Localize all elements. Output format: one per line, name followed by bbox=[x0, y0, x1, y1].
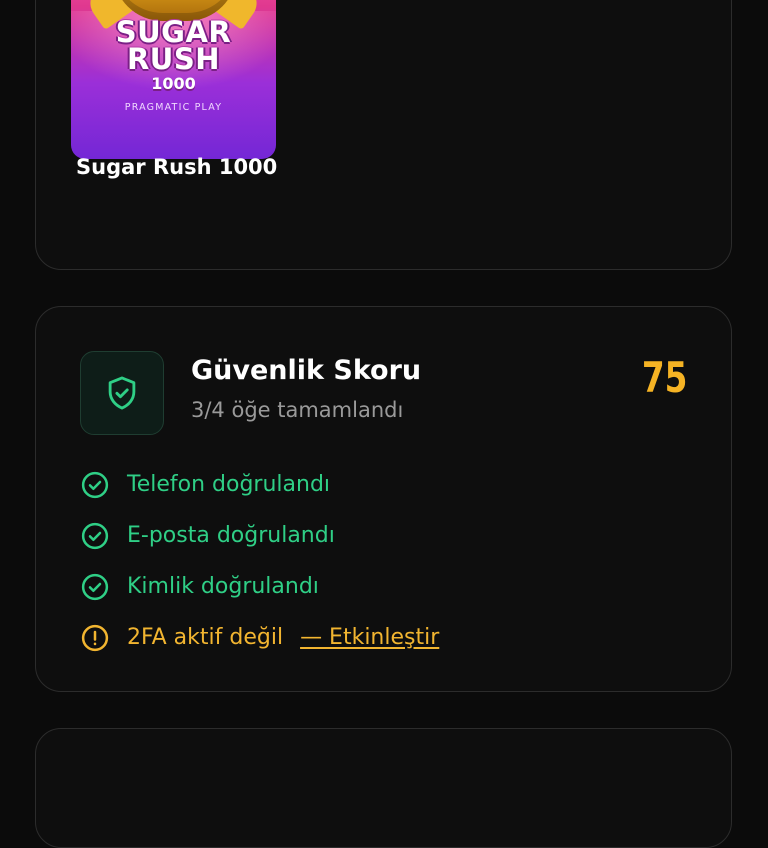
game-thumbnail[interactable]: SUGAR RUSH 1000 PRAGMATIC PLAY bbox=[71, 0, 276, 159]
security-score-value: 75 bbox=[641, 353, 687, 402]
check-item-phone: Telefon doğrulandı bbox=[80, 459, 439, 510]
game-card: SUGAR RUSH 1000 PRAGMATIC PLAY Sugar Rus… bbox=[35, 0, 732, 270]
thumbnail-title-number: 1000 bbox=[151, 74, 196, 93]
shield-check-icon bbox=[80, 351, 164, 435]
alert-circle-icon bbox=[81, 624, 109, 651]
check-item-label: Telefon doğrulandı bbox=[127, 472, 331, 497]
check-circle-icon bbox=[81, 471, 109, 498]
security-checklist: Telefon doğrulandı E-posta doğrulandı Ki… bbox=[80, 459, 439, 663]
security-score-card: Güvenlik Skoru 3/4 öğe tamamlandı 75 Tel… bbox=[35, 306, 732, 692]
check-item-label: Kimlik doğrulandı bbox=[127, 574, 319, 599]
check-circle-icon bbox=[81, 522, 109, 549]
check-item-2fa: 2FA aktif değil — Etkinleştir bbox=[80, 612, 439, 663]
check-item-email: E-posta doğrulandı bbox=[80, 510, 439, 561]
thumbnail-title-line2: RUSH bbox=[126, 42, 221, 76]
security-title: Güvenlik Skoru bbox=[191, 355, 422, 386]
check-item-label: E-posta doğrulandı bbox=[127, 523, 335, 548]
check-circle-icon bbox=[81, 573, 109, 600]
next-card bbox=[35, 728, 732, 848]
game-name[interactable]: Sugar Rush 1000 bbox=[76, 155, 277, 179]
check-item-label: 2FA aktif değil bbox=[127, 625, 284, 650]
thumbnail-provider: PRAGMATIC PLAY bbox=[124, 102, 223, 113]
check-item-identity: Kimlik doğrulandı bbox=[80, 561, 439, 612]
thumbnail-logo: SUGAR RUSH bbox=[71, 18, 276, 76]
security-progress-text: 3/4 öğe tamamlandı bbox=[191, 398, 404, 422]
enable-2fa-link[interactable]: — Etkinleştir bbox=[300, 625, 439, 650]
